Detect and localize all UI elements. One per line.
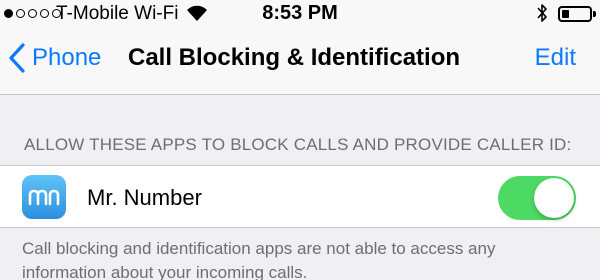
battery-nub	[593, 11, 596, 17]
battery-level	[562, 10, 569, 18]
edit-button[interactable]: Edit	[535, 44, 576, 72]
bluetooth-icon	[537, 4, 547, 22]
back-button-label: Phone	[32, 44, 102, 71]
top-bar: T-Mobile Wi-Fi 8:53 PM Phone Call Blocki…	[0, 0, 600, 95]
page-title: Call Blocking & Identification	[128, 44, 461, 71]
mr-number-app-icon	[22, 175, 66, 219]
back-button[interactable]: Phone	[8, 42, 101, 74]
section-header: ALLOW THESE APPS TO BLOCK CALLS AND PROV…	[24, 135, 572, 154]
battery-icon	[558, 6, 592, 22]
section-footer: Call blocking and identification apps ar…	[22, 239, 496, 280]
chevron-left-icon	[9, 43, 25, 73]
status-time: 8:53 PM	[262, 2, 338, 24]
mr-number-toggle[interactable]	[498, 176, 576, 220]
navigation-bar: Phone Call Blocking & Identification Edi…	[0, 28, 600, 90]
app-row-mr-number[interactable]: Mr. Number	[0, 165, 600, 228]
status-bar: T-Mobile Wi-Fi 8:53 PM	[0, 0, 600, 28]
mn-logo-icon	[28, 189, 60, 206]
app-name: Mr. Number	[87, 185, 202, 210]
toggle-knob	[534, 178, 574, 218]
